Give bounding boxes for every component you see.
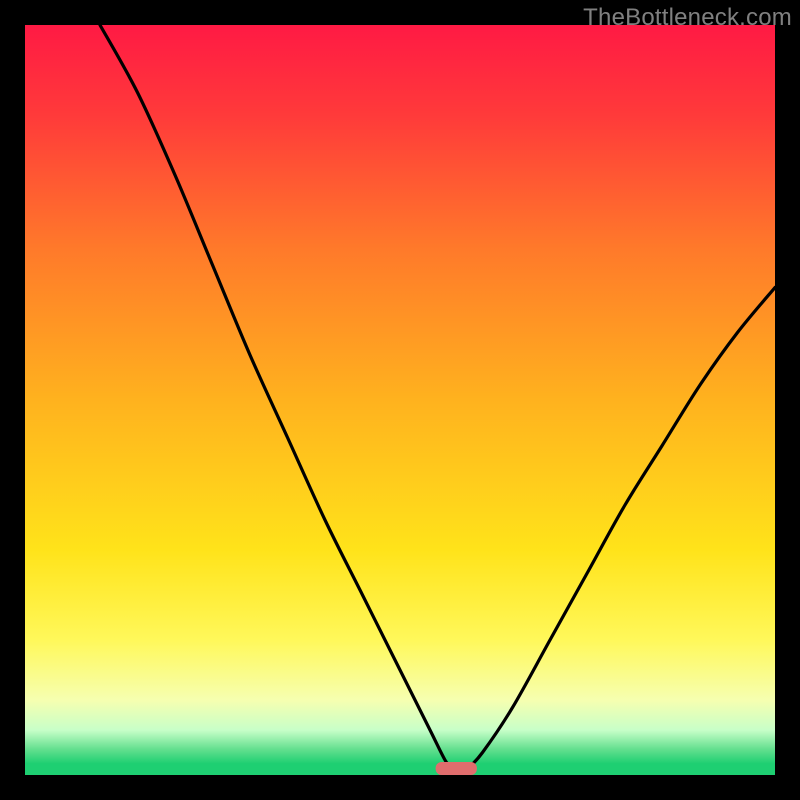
chart-frame bbox=[25, 25, 775, 775]
gradient-background bbox=[25, 25, 775, 775]
optimum-marker bbox=[436, 762, 477, 775]
bottleneck-plot bbox=[25, 25, 775, 775]
watermark-text: TheBottleneck.com bbox=[583, 4, 792, 32]
